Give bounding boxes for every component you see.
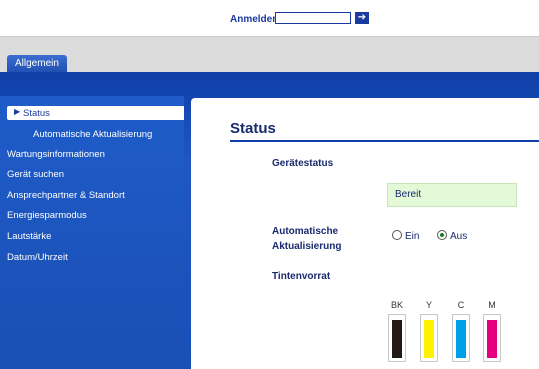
ink-label-c: C [457,300,465,310]
header-bar: Allgemein [0,36,539,73]
ink-label-y: Y [425,300,432,310]
login-password-input[interactable] [275,12,351,24]
radio-on[interactable]: Ein [392,230,419,242]
login-submit-button[interactable]: ➔ [355,12,369,24]
sidebar-item-auto-update[interactable]: Automatische Aktualisierung [33,129,152,140]
ink-label-bk: BK [390,300,403,310]
device-status-label: Gerätestatus [272,158,334,169]
ink-cartridge-c-icon [452,314,470,362]
tab-general[interactable]: Allgemein [7,55,67,73]
radio-off-label: Aus [450,231,468,242]
page-title: Status [230,120,276,137]
sidebar-item-find-device[interactable]: Gerät suchen [7,169,64,180]
sidebar-item-volume[interactable]: Lautstärke [7,231,51,242]
ink-label-m: M [488,300,496,310]
login-label: Anmelden [230,14,279,25]
radio-selected-icon [437,230,447,240]
ink-supply-label: Tintenvorrat [272,271,331,282]
radio-on-label: Ein [405,231,420,242]
ink-cartridge-bk-icon [388,314,406,362]
sidebar-item-date-time[interactable]: Datum/Uhrzeit [7,252,68,263]
arrow-right-icon: ➔ [357,12,367,23]
sidebar-item-label: Status [23,108,50,119]
title-divider [230,140,539,142]
ink-cartridge-m-icon [483,314,501,362]
device-status-value: Bereit [387,183,517,207]
sidebar-item-contact-location[interactable]: Ansprechpartner & Standort [7,190,125,201]
auto-update-label-line2: Aktualisierung [272,241,342,252]
ink-cartridge-c [452,314,470,362]
triangle-right-icon: ▶ [14,107,21,116]
ink-cartridge-bk [388,314,406,362]
sidebar-item-sleep-mode[interactable]: Energiesparmodus [7,210,87,221]
ink-cartridge-y [420,314,438,362]
top-bar: Anmelden ➔ [0,0,539,36]
ink-cartridge-y-icon [420,314,438,362]
radio-off-icon [392,230,402,240]
ink-cartridge-m [483,314,501,362]
auto-update-label-line1: Automatische [272,226,339,237]
sidebar-item-maintenance-info[interactable]: Wartungsinformationen [7,149,105,160]
radio-off[interactable]: Aus [437,230,467,242]
